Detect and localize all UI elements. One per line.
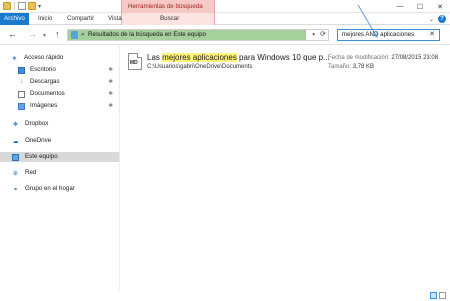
sidebar-item-dropbox[interactable]: ❖ Dropbox — [0, 119, 119, 129]
breadcrumb-separator: » — [81, 32, 85, 38]
context-title: Herramientas de búsqueda — [128, 3, 203, 10]
sidebar-item-label: OneDrive — [25, 137, 52, 144]
onedrive-icon: ☁ — [12, 138, 19, 145]
folder-icon — [3, 2, 11, 10]
tab-file[interactable]: Archivo — [0, 13, 29, 25]
ribbon-right-controls: ⌄ ? — [429, 15, 446, 23]
homegroup-icon: ⚭ — [12, 186, 19, 193]
up-button[interactable]: ↑ — [55, 29, 60, 40]
pictures-icon — [18, 102, 25, 110]
title-prefix: Las — [147, 53, 163, 62]
refresh-icon[interactable]: ⟳ — [320, 30, 326, 40]
recent-locations-chevron-icon[interactable]: ▾ — [43, 31, 46, 42]
sidebar-item-documents[interactable]: Documentos ✱ — [0, 89, 119, 99]
star-icon: ★ — [11, 55, 18, 62]
tab-view[interactable]: Vista — [104, 13, 126, 25]
result-title[interactable]: Las mejores aplicaciones para Windows 10… — [147, 52, 330, 63]
document-icon — [18, 90, 25, 98]
tab-share[interactable]: Compartir — [63, 13, 98, 25]
sidebar-item-label: Escritorio — [30, 66, 56, 73]
sidebar-item-label: Imágenes — [30, 102, 58, 109]
search-results-pane: MD Las mejores aplicaciones para Windows… — [121, 46, 450, 301]
sidebar-item-label: Grupo en el hogar — [25, 185, 75, 192]
file-size: Tamaño: 3,78 KB — [328, 63, 374, 72]
markdown-file-icon: MD — [128, 53, 142, 70]
large-icons-view-icon[interactable] — [439, 292, 446, 299]
sidebar-item-label: Descargas — [30, 78, 60, 85]
desktop-icon — [18, 66, 25, 74]
breadcrumb[interactable]: Resultados de la búsqueda en Este equipo — [88, 30, 206, 40]
new-folder-icon[interactable] — [28, 2, 36, 10]
view-switcher — [430, 292, 446, 299]
sidebar-item-pictures[interactable]: Imágenes ✱ — [0, 101, 119, 111]
sidebar-item-label: Documentos — [30, 90, 65, 97]
details-view-icon[interactable] — [430, 292, 437, 299]
toolbar-divider — [14, 2, 15, 10]
this-pc-icon — [12, 153, 19, 161]
sidebar-item-network[interactable]: ⊕ Red — [0, 168, 119, 178]
back-button[interactable]: ← — [8, 29, 17, 40]
dropbox-icon: ❖ — [12, 121, 19, 128]
sidebar-item-label: Este equipo — [25, 153, 58, 160]
pin-icon: ✱ — [108, 67, 113, 73]
tab-search[interactable]: Buscar — [156, 13, 183, 25]
address-dropdown-chevron-icon[interactable]: ▾ — [312, 30, 315, 40]
sidebar-item-label: Acceso rápido — [24, 54, 64, 61]
download-icon: ↓ — [20, 79, 23, 85]
forward-button[interactable]: → — [28, 29, 37, 40]
pin-icon: ✱ — [108, 79, 113, 85]
navigation-pane: ★ Acceso rápido Escritorio ✱ ↓ Descargas… — [0, 46, 120, 301]
address-bar[interactable]: » Resultados de la búsqueda en Este equi… — [67, 29, 329, 41]
size-label: Tamaño: — [328, 64, 352, 70]
pin-icon: ✱ — [108, 91, 113, 97]
sidebar-item-onedrive[interactable]: ☁ OneDrive — [0, 136, 119, 146]
title-bar: ▾ Herramientas de búsqueda — ☐ ✕ — [0, 0, 450, 13]
sidebar-item-desktop[interactable]: Escritorio ✱ — [0, 65, 119, 75]
pin-icon: ✱ — [108, 103, 113, 109]
close-button[interactable]: ✕ — [430, 0, 450, 13]
search-input[interactable]: mejores AND aplicaciones ✕ — [337, 29, 440, 41]
clear-search-icon[interactable]: ✕ — [429, 30, 435, 40]
window-controls: — ☐ ✕ — [390, 0, 450, 13]
sidebar-item-homegroup[interactable]: ⚭ Grupo en el hogar — [0, 184, 119, 194]
properties-icon[interactable] — [18, 2, 26, 10]
file-type-label: MD — [130, 60, 138, 66]
ribbon-tabs: Archivo Inicio Compartir Vista Buscar ⌄ … — [0, 13, 450, 25]
search-results-icon — [71, 31, 78, 39]
size-value: 3,78 KB — [352, 64, 375, 70]
network-icon: ⊕ — [12, 170, 19, 177]
expand-ribbon-chevron-icon[interactable]: ⌄ — [429, 16, 434, 23]
title-suffix: para Windows 10 que p... — [236, 53, 330, 62]
sidebar-item-label: Dropbox — [25, 120, 49, 127]
modified-label: Fecha de modificación: — [328, 55, 390, 61]
sidebar-item-label: Red — [25, 169, 37, 176]
list-item[interactable]: MD Las mejores aplicaciones para Windows… — [125, 50, 447, 74]
sidebar-item-quick-access[interactable]: ★ Acceso rápido — [0, 53, 119, 63]
minimize-button[interactable]: — — [390, 0, 410, 13]
search-term-highlight: mejores aplicaciones — [162, 53, 237, 62]
tab-home[interactable]: Inicio — [34, 13, 56, 25]
quick-access-toolbar: ▾ — [3, 2, 41, 10]
sidebar-item-this-pc[interactable]: Este equipo — [0, 152, 119, 162]
search-tools-context-header: Herramientas de búsqueda — [121, 0, 215, 13]
modified-date: Fecha de modificación: 27/08/2015 23:08 — [328, 54, 438, 63]
customize-toolbar-chevron-icon[interactable]: ▾ — [38, 3, 41, 10]
maximize-button[interactable]: ☐ — [410, 0, 430, 13]
modified-value: 27/08/2015 23:08 — [391, 55, 439, 61]
result-path: C:\Usuarios\gabri\OneDrive\Documents — [147, 64, 253, 70]
help-button[interactable]: ? — [438, 15, 446, 23]
navigation-bar: ← → ▾ ↑ » Resultados de la búsqueda en E… — [0, 4, 450, 45]
sidebar-item-downloads[interactable]: ↓ Descargas ✱ — [0, 77, 119, 87]
status-bar — [0, 291, 450, 301]
